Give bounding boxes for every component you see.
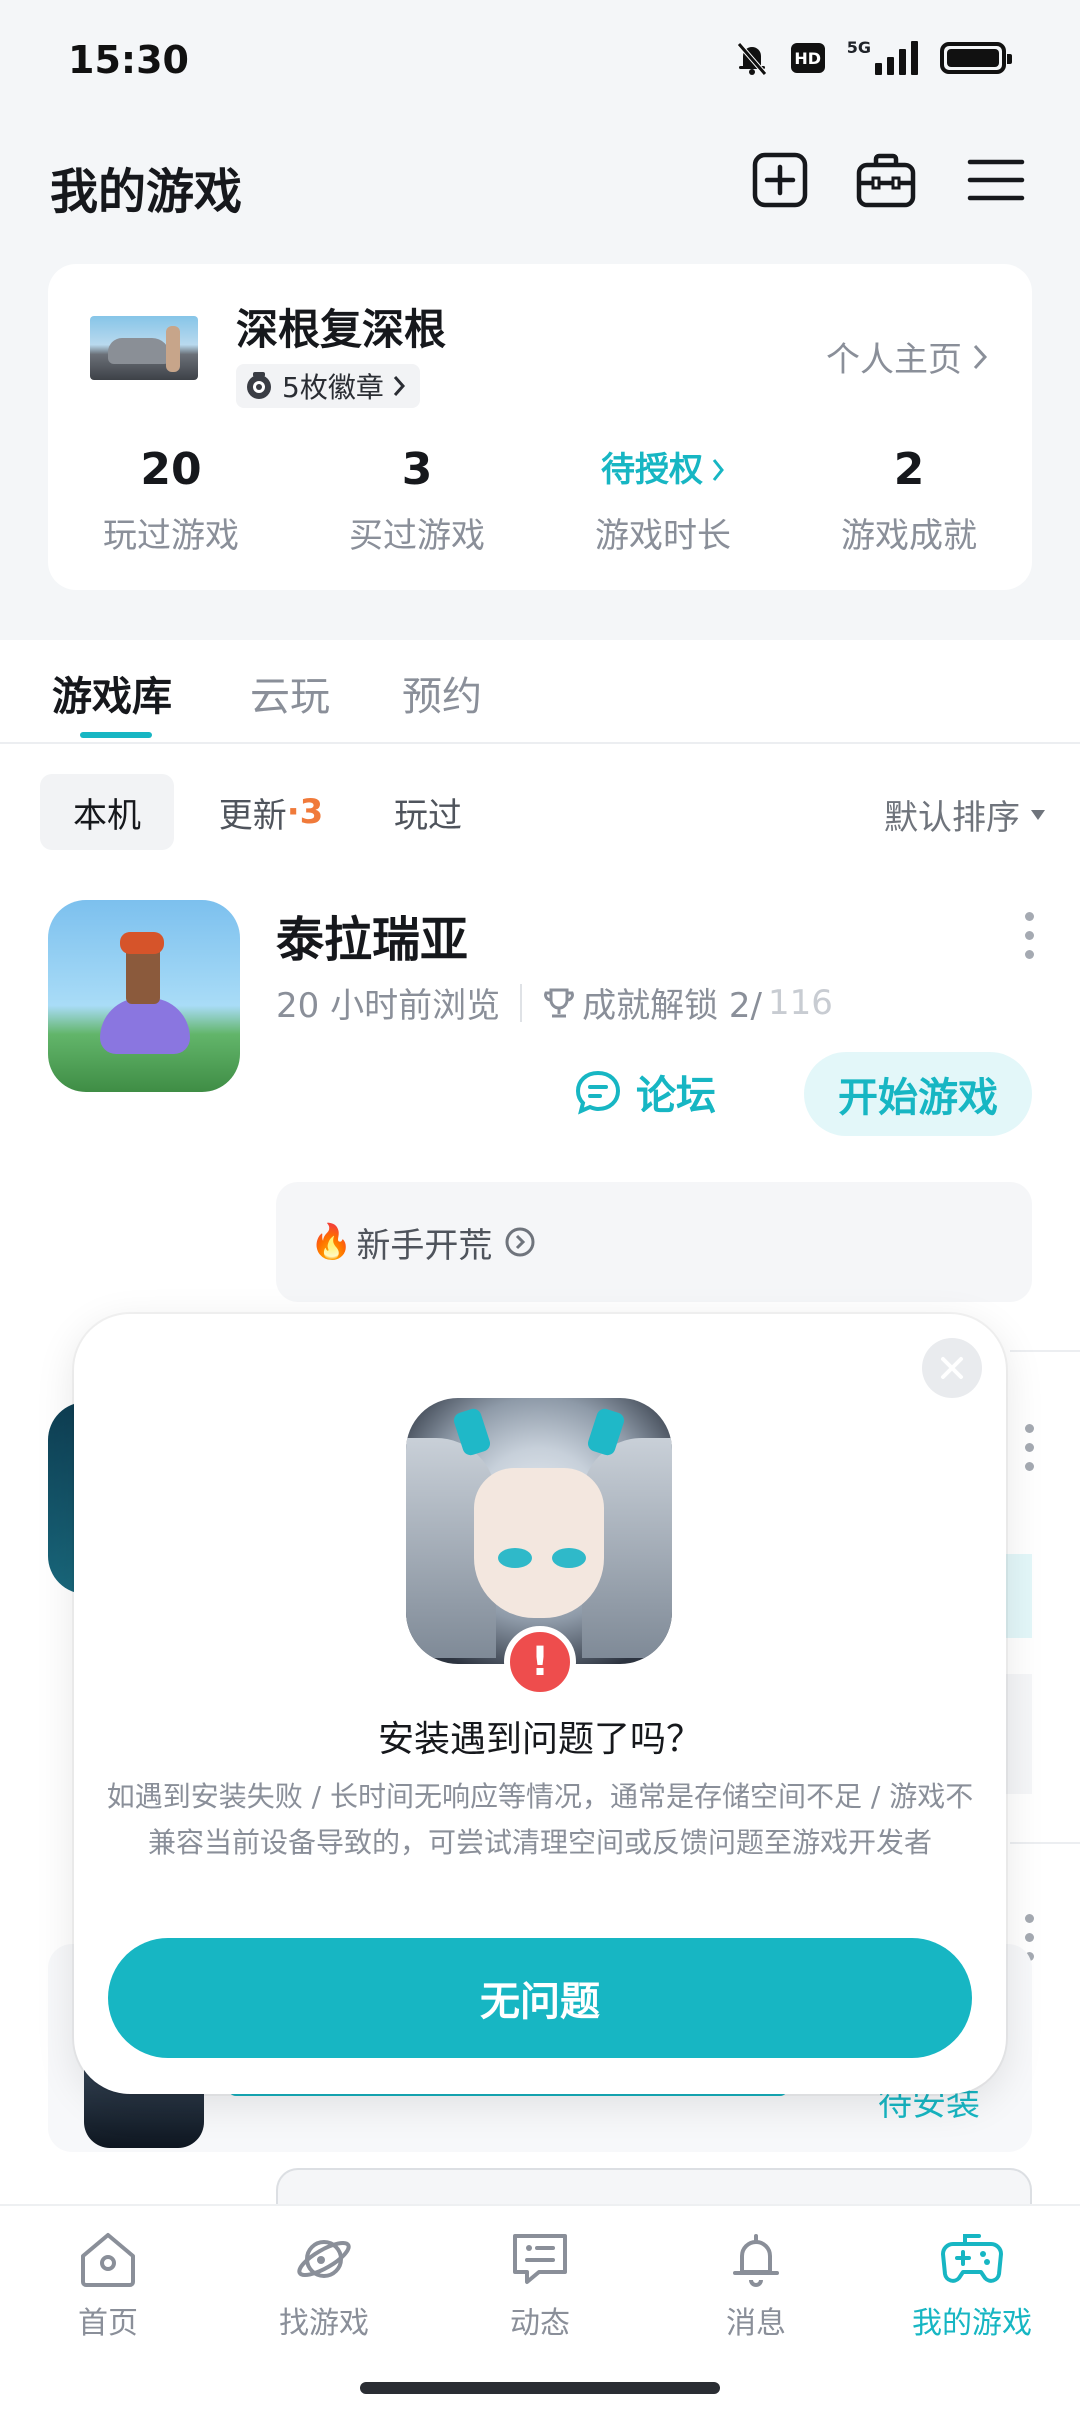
dialog-description: 如遇到安装失败 / 长时间无响应等情况，通常是存储空间不足 / 游戏不兼容当前设… xyxy=(106,1780,974,1859)
menu-icon xyxy=(967,159,1025,201)
menu-button[interactable] xyxy=(964,148,1028,212)
nav-label: 动态 xyxy=(510,2306,570,2341)
chat-icon xyxy=(513,2234,567,2284)
bottom-nav: 首页 找游戏 动态 消息 我的游戏 xyxy=(0,2204,1080,2412)
tab-reservations[interactable]: 预约 xyxy=(402,664,482,722)
last-browsed: 20 小时前浏览 xyxy=(276,986,501,1026)
stat-label: 玩过游戏 xyxy=(103,516,239,556)
badge-chip[interactable]: 5枚徽章 xyxy=(236,364,420,408)
circle-chevron-icon xyxy=(505,1227,535,1257)
chevron-right-icon xyxy=(712,459,724,481)
nav-label: 消息 xyxy=(726,2306,786,2341)
tab-library[interactable]: 游戏库 xyxy=(52,664,172,722)
close-icon xyxy=(941,1357,963,1379)
nav-label: 首页 xyxy=(78,2306,138,2341)
close-button[interactable] xyxy=(922,1338,982,1398)
sort-dropdown[interactable]: 默认排序 xyxy=(884,790,1046,839)
no-problem-button[interactable]: 无问题 xyxy=(108,1938,972,2058)
trophy-icon xyxy=(544,988,574,1017)
stat-label: 游戏成就 xyxy=(841,516,977,556)
tab-indicator xyxy=(80,732,152,738)
badge-count: 5枚徽章 xyxy=(282,371,384,404)
filter-played[interactable]: 玩过 xyxy=(372,774,484,850)
network-label: 5G xyxy=(846,38,871,57)
planet-icon xyxy=(297,2240,351,2278)
stat-achievements[interactable]: 2 游戏成就 xyxy=(786,442,1032,557)
game-icon-dialog xyxy=(406,1398,672,1664)
game-icon-terraria[interactable] xyxy=(48,900,240,1092)
achievement-progress: 成就解锁 2/116 xyxy=(542,978,833,1027)
stat-bought[interactable]: 3 买过游戏 xyxy=(294,442,540,557)
battery-icon xyxy=(940,42,1012,74)
hd-icon: HD xyxy=(790,43,825,73)
signal-icon: 5G xyxy=(846,38,918,75)
stat-value: 20 xyxy=(140,444,202,495)
mute-bell-icon xyxy=(736,42,767,76)
achievement-total: 116 xyxy=(767,982,833,1023)
authorize-label: 待授权 xyxy=(601,450,703,490)
forum-icon xyxy=(575,1070,621,1115)
add-game-button[interactable] xyxy=(748,148,812,212)
stat-value-authorize: 待授权 xyxy=(540,442,786,498)
home-indicator xyxy=(360,2382,720,2394)
forum-button[interactable]: 论坛 xyxy=(574,1052,716,1132)
nav-feed[interactable]: 动态 xyxy=(432,2230,648,2342)
game-meta: 20 小时前浏览 成就解锁 2/116 xyxy=(276,978,833,1027)
nav-messages[interactable]: 消息 xyxy=(648,2230,864,2342)
homepage-link[interactable]: 个人主页 xyxy=(826,332,988,381)
main-tabs: 游戏库 云玩 预约 xyxy=(0,640,1080,744)
chevron-right-icon xyxy=(393,376,405,396)
stat-value: 3 xyxy=(401,444,433,495)
start-game-button[interactable]: 开始游戏 xyxy=(804,1052,1032,1136)
filter-updates[interactable]: 更新 ·3 xyxy=(196,774,346,850)
stat-played[interactable]: 20 玩过游戏 xyxy=(48,442,294,557)
nav-label: 找游戏 xyxy=(279,2306,369,2341)
list-divider xyxy=(1010,1842,1080,1844)
guide-tip[interactable]: 🔥 新手开荒 xyxy=(276,1182,1032,1302)
tab-cloud-play[interactable]: 云玩 xyxy=(250,664,330,722)
more-options-button[interactable] xyxy=(1025,912,1034,959)
install-issue-dialog: ! 安装遇到问题了吗？ 如遇到安装失败 / 长时间无响应等情况，通常是存储空间不… xyxy=(74,1314,1006,2094)
more-options-button[interactable] xyxy=(1025,1424,1034,1471)
update-count: ·3 xyxy=(286,792,324,832)
status-bar: 15:30 HD 5G xyxy=(0,0,1080,120)
nav-discover[interactable]: 找游戏 xyxy=(216,2230,432,2342)
status-time: 15:30 xyxy=(68,38,189,82)
profile-card: 深根复深根 5枚徽章 个人主页 20 玩过游戏 3 买过游戏 待授权 游戏时长 … xyxy=(48,264,1032,590)
stat-playtime[interactable]: 待授权 游戏时长 xyxy=(540,442,786,557)
nav-my-games[interactable]: 我的游戏 xyxy=(864,2230,1080,2342)
avatar[interactable] xyxy=(90,316,198,380)
filter-updates-label: 更新 xyxy=(218,795,287,836)
nav-home[interactable]: 首页 xyxy=(0,2230,216,2342)
gamepad-icon xyxy=(941,2234,1003,2283)
dialog-title: 安装遇到问题了吗？ xyxy=(377,1719,702,1760)
status-icons: HD 5G xyxy=(735,38,1012,76)
filter-local[interactable]: 本机 xyxy=(40,774,174,850)
game-name[interactable]: 泰拉瑞亚 xyxy=(276,900,468,970)
chevron-right-icon xyxy=(973,344,988,369)
bell-icon xyxy=(733,2234,779,2287)
caret-down-icon xyxy=(1031,809,1045,820)
nav-label: 我的游戏 xyxy=(912,2306,1032,2341)
toolbox-button[interactable] xyxy=(854,148,918,212)
fire-icon: 🔥 xyxy=(310,1222,353,1262)
warning-icon: ! xyxy=(504,1626,576,1698)
stat-label: 游戏时长 xyxy=(595,516,731,556)
stat-label: 买过游戏 xyxy=(349,516,485,556)
plus-square-icon xyxy=(752,152,808,208)
achievement-label: 成就解锁 2/ xyxy=(582,986,762,1026)
list-divider xyxy=(1010,1350,1080,1352)
username: 深根复深根 xyxy=(236,305,447,354)
forum-label: 论坛 xyxy=(636,1073,716,1119)
homepage-link-label: 个人主页 xyxy=(826,340,962,380)
toolbox-icon xyxy=(856,153,916,208)
page-title: 我的游戏 xyxy=(50,164,243,220)
tip-label: 新手开荒 xyxy=(356,1225,493,1266)
medal-icon xyxy=(247,372,271,399)
sort-label: 默认排序 xyxy=(884,798,1020,838)
stat-value: 2 xyxy=(893,444,925,495)
home-icon xyxy=(81,2233,135,2287)
